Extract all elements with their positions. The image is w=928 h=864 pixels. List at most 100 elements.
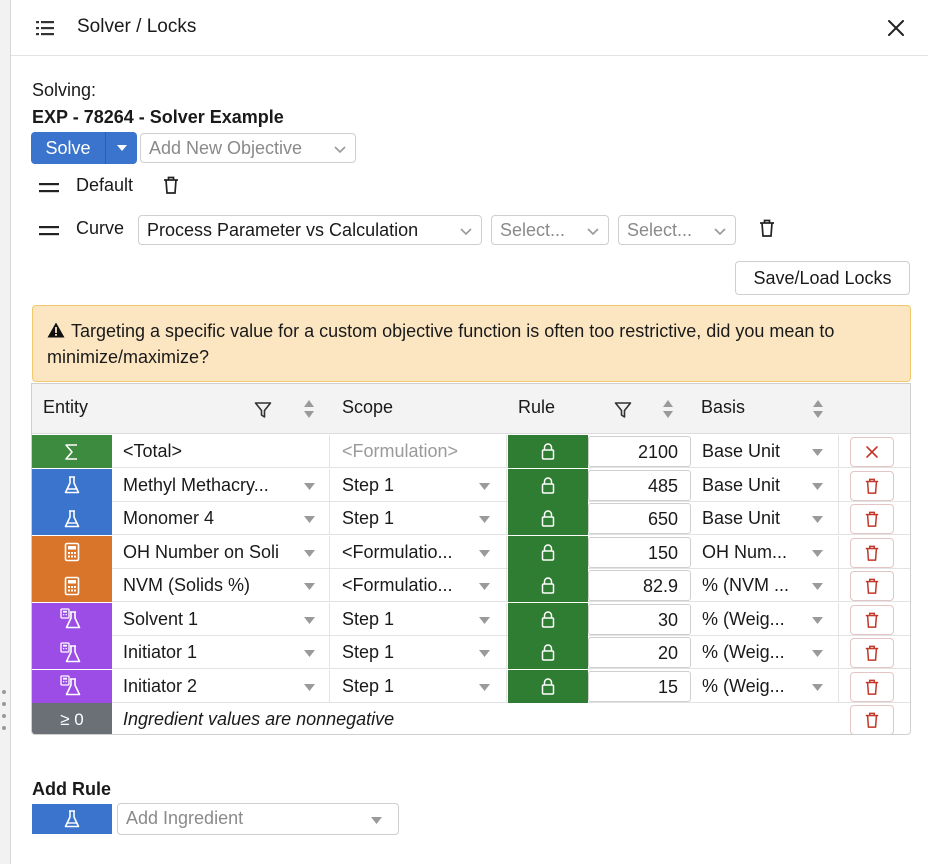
lock-icon — [541, 644, 555, 661]
filter-icon[interactable] — [254, 401, 272, 419]
lock-rule-cell[interactable] — [508, 435, 588, 468]
delete-row-button[interactable] — [850, 470, 894, 501]
lock-icon — [541, 677, 555, 695]
caret-down-icon[interactable] — [479, 482, 490, 490]
close-icon[interactable] — [886, 18, 906, 38]
curve-x-select[interactable]: Select... — [491, 215, 609, 245]
caret-down-icon[interactable] — [812, 650, 823, 657]
trash-icon — [864, 644, 880, 662]
entity-type-badge — [32, 502, 112, 535]
lock-rule-cell[interactable] — [508, 636, 588, 669]
chevron-down-icon — [587, 228, 599, 236]
lock-value-input[interactable]: 15 — [588, 670, 691, 702]
solve-options-button[interactable] — [106, 132, 137, 164]
caret-down-icon[interactable] — [479, 683, 490, 691]
delete-row-button[interactable] — [850, 504, 894, 534]
column-rule: Rule — [518, 397, 556, 417]
lock-value-input[interactable]: 20 — [588, 637, 691, 668]
nonnegative-badge: ≥ 0 — [32, 703, 112, 734]
lock-icon — [541, 610, 555, 628]
lock-value-input[interactable]: 2100 — [588, 436, 691, 467]
flask-calc-icon — [60, 675, 84, 697]
delete-row-button[interactable] — [850, 571, 894, 601]
lock-rule-cell[interactable] — [508, 502, 588, 535]
filter-icon[interactable] — [614, 401, 632, 419]
trash-icon — [864, 711, 880, 729]
caret-down-icon[interactable] — [479, 583, 490, 590]
entity-name[interactable]: <Total> — [112, 435, 330, 468]
sort-icon[interactable] — [812, 398, 824, 420]
entity-name[interactable]: Solvent 1 — [112, 602, 330, 636]
curve-type-select[interactable]: Process Parameter vs Calculation — [138, 215, 482, 245]
entity-name[interactable]: Methyl Methacry... — [112, 468, 330, 502]
save-load-locks-button[interactable]: Save/Load Locks — [735, 261, 910, 295]
drag-handle-icon[interactable] — [38, 181, 60, 195]
caret-down-icon[interactable] — [304, 650, 315, 657]
entity-name[interactable]: OH Number on Soli — [112, 535, 330, 569]
trash-icon — [864, 477, 880, 495]
list-icon[interactable] — [35, 18, 55, 38]
solve-split-button: Solve — [31, 132, 137, 164]
lock-rule-cell[interactable] — [508, 669, 588, 703]
caret-down-icon[interactable] — [479, 516, 490, 523]
lock-value-input[interactable]: 650 — [588, 503, 691, 534]
entity-name[interactable]: Initiator 1 — [112, 636, 330, 669]
caret-down-icon[interactable] — [812, 449, 823, 456]
constraint-text: Ingredient values are nonnegative — [123, 709, 395, 729]
caret-down-icon[interactable] — [812, 583, 823, 590]
caret-down-icon[interactable] — [479, 549, 490, 557]
delete-row-button[interactable] — [850, 604, 894, 635]
delete-row-button[interactable] — [850, 537, 894, 568]
delete-row-button[interactable] — [850, 671, 894, 702]
caret-down-icon[interactable] — [304, 616, 315, 624]
solving-label: Solving: — [32, 80, 97, 100]
lock-icon — [541, 543, 555, 561]
lock-rule-cell[interactable] — [508, 602, 588, 636]
drag-handle-icon[interactable] — [38, 224, 60, 238]
caret-down-icon[interactable] — [304, 516, 315, 523]
lock-value-input[interactable]: 82.9 — [588, 570, 691, 601]
trash-icon[interactable] — [758, 218, 776, 238]
resize-handle[interactable] — [2, 690, 6, 734]
curve-y-select[interactable]: Select... — [618, 215, 736, 245]
caret-down-icon[interactable] — [812, 482, 823, 490]
lock-icon — [541, 443, 555, 460]
lock-value-input[interactable]: 30 — [588, 603, 691, 635]
caret-down-icon[interactable] — [812, 683, 823, 691]
lock-icon — [541, 577, 555, 594]
flask-icon — [63, 509, 81, 529]
lock-rule-cell[interactable] — [508, 468, 588, 502]
caret-down-icon[interactable] — [479, 650, 490, 657]
caret-down-icon[interactable] — [304, 583, 315, 590]
trash-icon[interactable] — [162, 175, 180, 195]
scope-select[interactable]: <Formulation> — [331, 435, 507, 468]
lock-rule-cell[interactable] — [508, 569, 588, 602]
add-rule-type-button[interactable] — [32, 804, 112, 834]
sort-icon[interactable] — [662, 398, 674, 420]
sort-icon[interactable] — [303, 398, 315, 420]
caret-down-icon[interactable] — [812, 616, 823, 624]
curve-y-placeholder: Select... — [627, 220, 693, 240]
entity-name[interactable]: Monomer 4 — [112, 502, 330, 535]
caret-down-icon[interactable] — [304, 482, 315, 490]
caret-down-icon[interactable] — [812, 549, 823, 557]
add-ingredient-select[interactable]: Add Ingredient — [117, 803, 399, 835]
caret-down-icon[interactable] — [479, 616, 490, 624]
trash-icon — [864, 577, 880, 595]
entity-type-badge — [32, 435, 112, 468]
lock-value-input[interactable]: 150 — [588, 536, 691, 568]
clear-row-button[interactable] — [850, 437, 894, 467]
lock-rule-cell[interactable] — [508, 535, 588, 569]
caret-down-icon[interactable] — [304, 549, 315, 557]
lock-value-input[interactable]: 485 — [588, 469, 691, 501]
solve-button[interactable]: Solve — [31, 132, 106, 164]
table-row: OH Number on Soli <Formulatio... 150 OH Num… — [32, 535, 910, 569]
entity-name[interactable]: NVM (Solids %) — [112, 569, 330, 602]
delete-row-button[interactable] — [850, 705, 894, 734]
delete-row-button[interactable] — [850, 638, 894, 668]
entity-name[interactable]: Initiator 2 — [112, 669, 330, 703]
flask-calc-icon — [60, 641, 84, 664]
add-objective-select[interactable]: Add New Objective — [140, 133, 356, 163]
caret-down-icon[interactable] — [304, 683, 315, 691]
caret-down-icon[interactable] — [812, 516, 823, 523]
